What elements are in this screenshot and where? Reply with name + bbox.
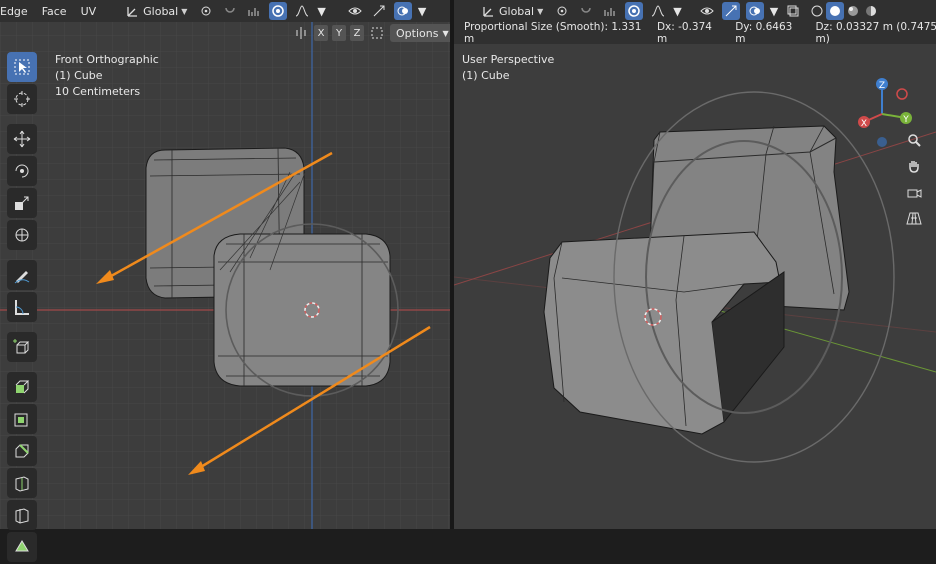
proportional-edit-icon[interactable] — [625, 2, 644, 20]
gizmo-toggle-icon[interactable] — [721, 2, 740, 20]
overlay-icon[interactable] — [745, 2, 764, 20]
falloff-icon[interactable] — [293, 2, 311, 20]
left-header: Edge Face UV Global ▼ ▼ ▼ — [0, 0, 450, 22]
pan-button[interactable] — [902, 154, 926, 178]
proportional-size-readout: Proportional Size (Smooth): 1.331 m — [464, 21, 642, 45]
loop-cut-tool[interactable] — [7, 468, 37, 498]
auto-merge-icon[interactable] — [368, 24, 386, 42]
measure-tool[interactable] — [7, 292, 37, 322]
visibility-icon[interactable] — [698, 2, 716, 20]
pivot-icon[interactable] — [553, 2, 571, 20]
svg-text:Y: Y — [902, 115, 909, 125]
move-tool[interactable] — [7, 124, 37, 154]
add-cube-tool[interactable] — [7, 332, 37, 362]
svg-text:Z: Z — [879, 81, 885, 91]
shading-modes — [808, 2, 880, 20]
solid-shading-icon[interactable] — [826, 2, 845, 20]
select-box-tool[interactable] — [7, 52, 37, 82]
axis-options-bar: X Y Z Options ▼ — [292, 22, 455, 44]
delta-y-readout: Dy: 0.6463 m — [735, 21, 793, 45]
delta-z-readout: Dz: 0.03327 m (0.7475 m) — [815, 21, 936, 45]
camera-icon — [907, 189, 922, 198]
inset-tool[interactable] — [7, 404, 37, 434]
grid-perspective-icon — [906, 212, 922, 225]
falloff-icon[interactable] — [649, 2, 667, 20]
chevron-down-icon: ▼ — [537, 6, 544, 16]
chevron-down-icon[interactable]: ▼ — [418, 5, 426, 18]
rendered-shading-icon[interactable] — [862, 2, 880, 20]
view-name: User Perspective — [462, 53, 555, 66]
wireframe-shading-icon[interactable] — [808, 2, 826, 20]
annotate-tool[interactable] — [7, 260, 37, 290]
gizmo-toggle-icon[interactable] — [370, 2, 388, 20]
transform-tool[interactable] — [7, 220, 37, 250]
extrude-tool[interactable] — [7, 372, 37, 402]
menu-face[interactable]: Face — [38, 5, 71, 18]
active-object: (1) Cube — [462, 69, 510, 82]
tool-shelf — [5, 50, 39, 564]
right-header: Global ▼ ▼ ▼ — [454, 0, 936, 22]
orientation-dropdown[interactable]: Global ▼ — [478, 2, 547, 20]
viewport-info-right: User Perspective (1) Cube — [462, 52, 554, 84]
transform-orientation-icon — [483, 7, 493, 17]
snap-target-icon[interactable] — [245, 2, 263, 20]
front-orthographic-viewport[interactable]: Front Orthographic (1) Cube 10 Centimete… — [0, 22, 450, 562]
active-object: (1) Cube — [55, 69, 103, 82]
cursor-tool[interactable] — [7, 84, 37, 114]
zoom-button[interactable] — [902, 128, 926, 152]
knife-tool[interactable] — [7, 500, 37, 530]
mirror-icon[interactable] — [292, 24, 310, 42]
options-dropdown[interactable]: Options ▼ — [390, 24, 455, 42]
zoom-icon — [908, 134, 921, 147]
menu-edge[interactable]: Edge — [0, 5, 32, 18]
grid-scale: 10 Centimeters — [55, 85, 141, 98]
menu-uv[interactable]: UV — [77, 5, 101, 18]
user-perspective-viewport[interactable]: User Perspective (1) Cube Z Y X — [454, 22, 936, 529]
proportional-edit-icon[interactable] — [269, 2, 288, 20]
axis-z-toggle[interactable]: Z — [350, 25, 364, 41]
snap-icon[interactable] — [577, 2, 595, 20]
perspective-toggle-button[interactable] — [902, 206, 926, 230]
camera-view-button[interactable] — [902, 180, 926, 204]
scale-tool[interactable] — [7, 188, 37, 218]
chevron-down-icon: ▼ — [181, 6, 188, 16]
chevron-down-icon[interactable]: ▼ — [317, 5, 325, 18]
snap-icon[interactable] — [221, 2, 239, 20]
chevron-down-icon: ▼ — [442, 28, 449, 38]
bevel-tool[interactable] — [7, 436, 37, 466]
view-name: Front Orthographic — [55, 53, 159, 66]
options-label: Options — [396, 26, 439, 40]
orientation-label: Global — [499, 4, 535, 18]
snap-target-icon[interactable] — [601, 2, 619, 20]
rotate-tool[interactable] — [7, 156, 37, 186]
svg-text:X: X — [861, 119, 867, 129]
delta-x-readout: Dx: -0.374 m — [656, 21, 712, 45]
visibility-icon[interactable] — [346, 2, 364, 20]
gizmo-neg-z[interactable] — [877, 137, 887, 147]
orientation-dropdown[interactable]: Global ▼ — [122, 2, 191, 20]
hand-icon — [909, 161, 919, 173]
viewport-info-left: Front Orthographic (1) Cube 10 Centimete… — [55, 52, 159, 100]
xray-icon[interactable] — [784, 2, 802, 20]
overlay-icon[interactable] — [393, 2, 412, 20]
transform-status-bar: Proportional Size (Smooth): 1.331 m Dx: … — [454, 21, 936, 45]
chevron-down-icon[interactable]: ▼ — [673, 5, 681, 18]
poly-build-tool[interactable] — [7, 532, 37, 562]
material-shading-icon[interactable] — [844, 2, 862, 20]
chevron-down-icon[interactable]: ▼ — [770, 5, 778, 18]
axis-x-toggle[interactable]: X — [314, 25, 328, 41]
gizmo-neg-x[interactable] — [896, 88, 908, 100]
axis-y-toggle[interactable]: Y — [332, 25, 346, 41]
transform-orientation-icon — [127, 7, 138, 17]
pivot-icon[interactable] — [197, 2, 215, 20]
orientation-label: Global — [143, 4, 179, 18]
